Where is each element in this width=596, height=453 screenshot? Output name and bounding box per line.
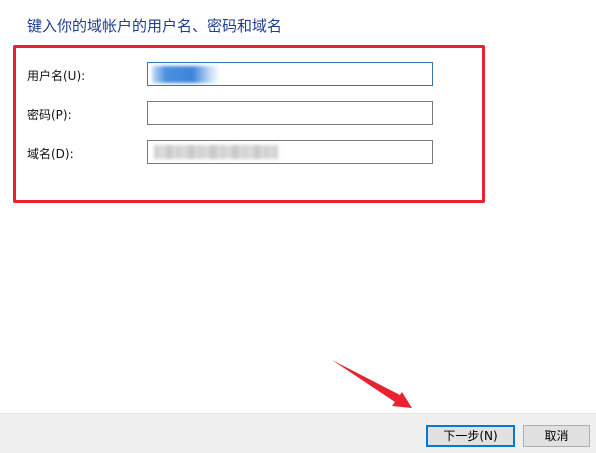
- username-input[interactable]: [147, 62, 433, 86]
- username-row: 用户名(U):: [0, 62, 596, 88]
- cancel-button[interactable]: 取消: [523, 425, 590, 447]
- arrow-shaft: [332, 360, 400, 402]
- arrow-head: [392, 392, 412, 408]
- username-label: 用户名(U):: [27, 69, 86, 83]
- redacted-domain-value: [154, 145, 278, 159]
- redacted-username-value: [152, 66, 220, 83]
- next-button[interactable]: 下一步(N): [426, 425, 515, 447]
- password-input[interactable]: [147, 101, 433, 125]
- password-label: 密码(P):: [27, 108, 72, 122]
- password-row: 密码(P):: [0, 101, 596, 127]
- domain-row: 域名(D):: [0, 140, 596, 166]
- domain-input[interactable]: [147, 140, 433, 164]
- dialog-heading: 键入你的域帐户的用户名、密码和域名: [27, 17, 283, 35]
- dialog-footer: 下一步(N) 取消: [0, 413, 596, 453]
- domain-label: 域名(D):: [27, 147, 74, 161]
